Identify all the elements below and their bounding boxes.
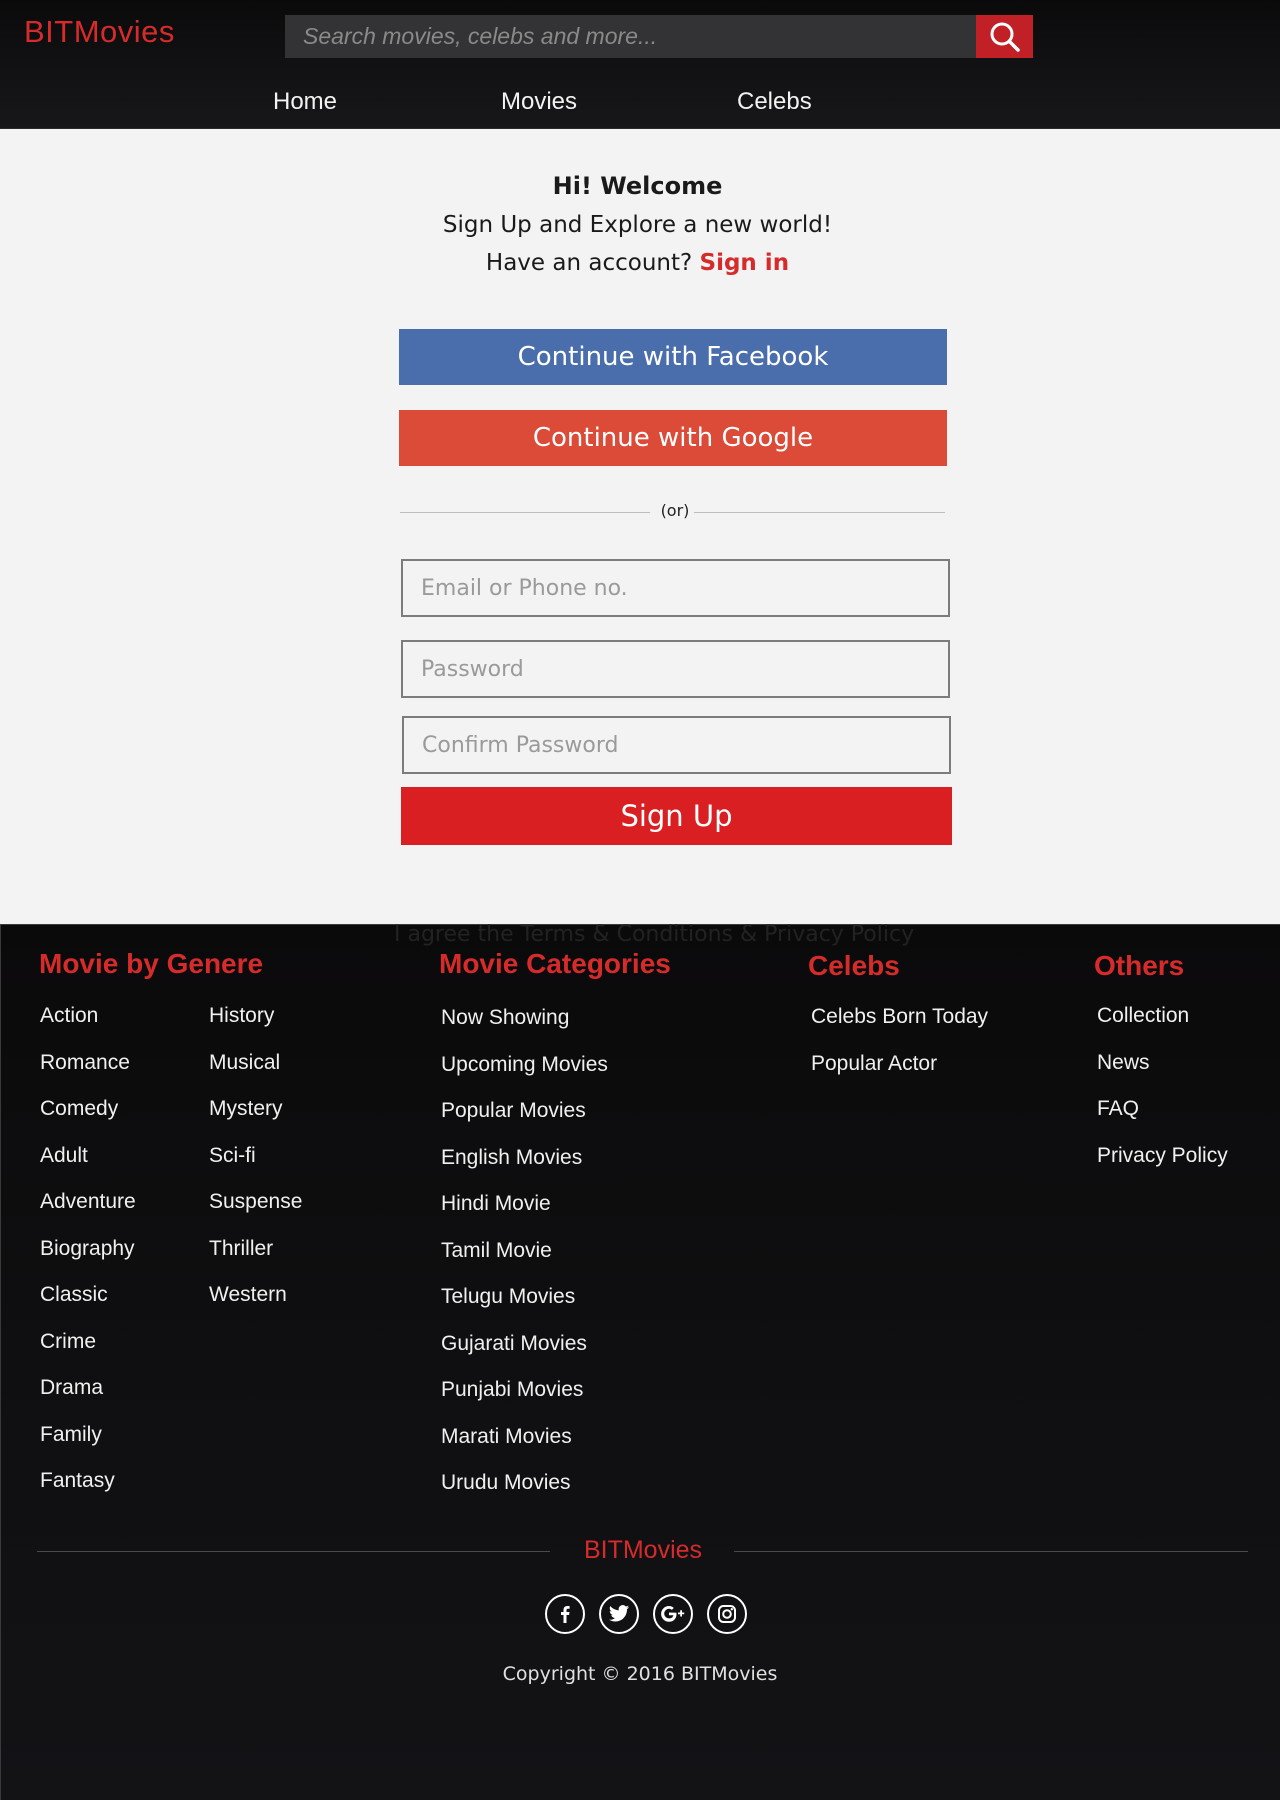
welcome-title: Hi! Welcome	[552, 172, 723, 200]
others-link[interactable]: FAQ	[1097, 1097, 1228, 1144]
genre-link[interactable]: Romance	[40, 1051, 136, 1098]
copyright-text: Copyright © 2016 BITMovies	[502, 1663, 778, 1685]
others-link[interactable]: News	[1097, 1051, 1228, 1098]
confirm-password-field[interactable]	[402, 716, 951, 774]
category-link[interactable]: English Movies	[441, 1146, 608, 1193]
genre-link[interactable]: Mystery	[209, 1097, 302, 1144]
genre-link[interactable]: Action	[40, 1004, 136, 1051]
signup-button[interactable]: Sign Up	[401, 787, 952, 845]
genre-link[interactable]: Comedy	[40, 1097, 136, 1144]
genre-link[interactable]: Suspense	[209, 1190, 302, 1237]
welcome-subtitle: Sign Up and Explore a new world!	[442, 212, 833, 238]
footer-divider-right	[734, 1551, 1248, 1552]
genre-link[interactable]: Western	[209, 1283, 302, 1330]
genre-link[interactable]: Thriller	[209, 1237, 302, 1284]
search-input[interactable]	[285, 15, 976, 58]
have-account-text: Have an account?	[485, 250, 693, 276]
genre-link[interactable]: Crime	[40, 1330, 136, 1377]
genre-link[interactable]: Biography	[40, 1237, 136, 1284]
category-link[interactable]: Gujarati Movies	[441, 1332, 608, 1379]
celebs-link[interactable]: Popular Actor	[811, 1052, 988, 1099]
genre-link[interactable]: Musical	[209, 1051, 302, 1098]
footer-divider-left	[37, 1551, 550, 1552]
category-link[interactable]: Hindi Movie	[441, 1192, 608, 1239]
google-signin-button[interactable]: Continue with Google	[399, 410, 947, 466]
genre-link[interactable]: Drama	[40, 1376, 136, 1423]
facebook-signin-button[interactable]: Continue with Facebook	[399, 329, 947, 385]
categories-heading: Movie Categories	[439, 948, 671, 979]
have-account-line: Have an account? Sign in	[0, 250, 1275, 276]
site-logo[interactable]: BITMovies	[24, 14, 175, 50]
category-link[interactable]: Upcoming Movies	[441, 1053, 608, 1100]
others-link[interactable]: Collection	[1097, 1004, 1228, 1051]
genre-link[interactable]: Sci-fi	[209, 1144, 302, 1191]
others-link[interactable]: Privacy Policy	[1097, 1144, 1228, 1191]
twitter-icon[interactable]	[599, 1594, 639, 1634]
search-icon	[990, 22, 1020, 52]
genre-link[interactable]: History	[209, 1004, 302, 1051]
category-link[interactable]: Punjabi Movies	[441, 1378, 608, 1425]
category-link[interactable]: Now Showing	[441, 1006, 608, 1053]
category-link[interactable]: Popular Movies	[441, 1099, 608, 1146]
facebook-icon[interactable]	[545, 1594, 585, 1634]
nav-celebs[interactable]: Celebs	[737, 88, 812, 116]
celebs-link[interactable]: Celebs Born Today	[811, 1005, 988, 1052]
genre-list-2: History Musical Mystery Sci-fi Suspense …	[209, 1004, 302, 1330]
genre-link[interactable]: Family	[40, 1423, 136, 1470]
site-header: BITMovies Home Movies Celebs	[0, 0, 1280, 129]
google-plus-icon[interactable]	[653, 1594, 693, 1634]
genre-link[interactable]: Adult	[40, 1144, 136, 1191]
instagram-icon[interactable]	[707, 1594, 747, 1634]
password-field[interactable]	[401, 640, 950, 698]
genre-heading: Movie by Genere	[39, 948, 264, 979]
category-link[interactable]: Tamil Movie	[441, 1239, 608, 1286]
divider-right	[694, 512, 945, 513]
others-list: Collection News FAQ Privacy Policy	[1097, 1004, 1228, 1190]
category-link[interactable]: Marati Movies	[441, 1425, 608, 1472]
divider-left	[400, 512, 650, 513]
genre-link[interactable]: Fantasy	[40, 1469, 136, 1516]
categories-list: Now Showing Upcoming Movies Popular Movi…	[441, 1006, 608, 1518]
search-button[interactable]	[976, 15, 1033, 58]
search-bar	[285, 15, 1033, 58]
social-icons	[545, 1594, 747, 1634]
genre-link[interactable]: Classic	[40, 1283, 136, 1330]
or-separator: (or)	[660, 501, 690, 520]
genre-list-1: Action Romance Comedy Adult Adventure Bi…	[40, 1004, 136, 1516]
footer-logo[interactable]: BITMovies	[560, 1536, 726, 1565]
celebs-heading: Celebs	[808, 950, 900, 981]
signin-link[interactable]: Sign in	[700, 250, 790, 276]
category-link[interactable]: Telugu Movies	[441, 1285, 608, 1332]
category-link[interactable]: Urudu Movies	[441, 1471, 608, 1518]
terms-text: I agree the Terms & Conditions & Privacy…	[394, 922, 915, 947]
genre-link[interactable]: Adventure	[40, 1190, 136, 1237]
others-heading: Others	[1094, 950, 1185, 981]
nav-home[interactable]: Home	[273, 88, 337, 116]
celebs-list: Celebs Born Today Popular Actor	[811, 1005, 988, 1098]
nav-movies[interactable]: Movies	[501, 88, 577, 116]
email-field[interactable]	[401, 559, 950, 617]
